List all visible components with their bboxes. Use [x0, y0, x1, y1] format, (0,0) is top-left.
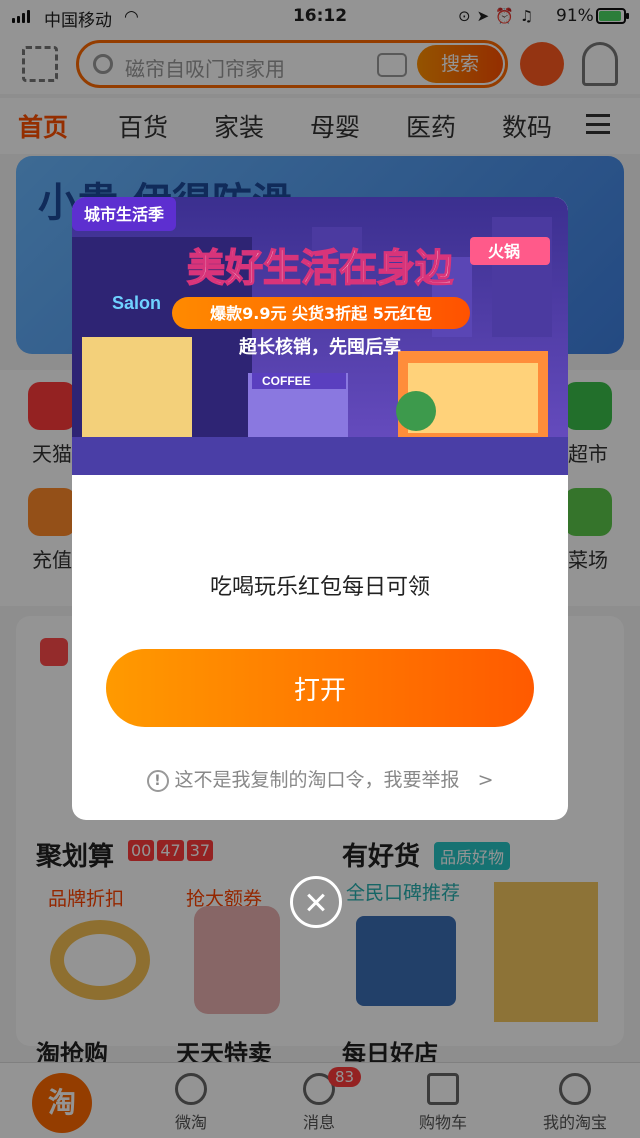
- salon-sign: Salon: [112, 293, 161, 313]
- promo-subline: 超长核销，先囤后享: [239, 336, 401, 358]
- promo-illustration[interactable]: 城市生活季 美好生活在身边 爆款9.9元 尖货3折起 5元红包 超长核销，先囤后…: [72, 197, 568, 475]
- promo-deals: 爆款9.9元 尖货3折起 5元红包: [210, 304, 432, 323]
- event-badge: 城市生活季: [84, 205, 165, 224]
- hotpot-sign: 火锅: [488, 242, 520, 261]
- warning-icon: !: [146, 770, 169, 792]
- modal-tagline: 吃喝玩乐红包每日可领: [209, 575, 430, 600]
- open-button[interactable]: 打开: [106, 649, 534, 727]
- report-link[interactable]: ! 这不是我复制的淘口令，我要举报 >: [72, 765, 568, 792]
- close-icon[interactable]: [290, 876, 342, 928]
- taokouling-modal: 城市生活季 美好生活在身边 爆款9.9元 尖货3折起 5元红包 超长核销，先囤后…: [72, 197, 568, 820]
- coffee-sign: COFFEE: [262, 374, 311, 388]
- report-text[interactable]: 这不是我复制的淘口令，我要举报: [175, 769, 460, 791]
- chevron-right-icon[interactable]: >: [478, 769, 494, 791]
- promo-headline: 美好生活在身边: [187, 246, 453, 290]
